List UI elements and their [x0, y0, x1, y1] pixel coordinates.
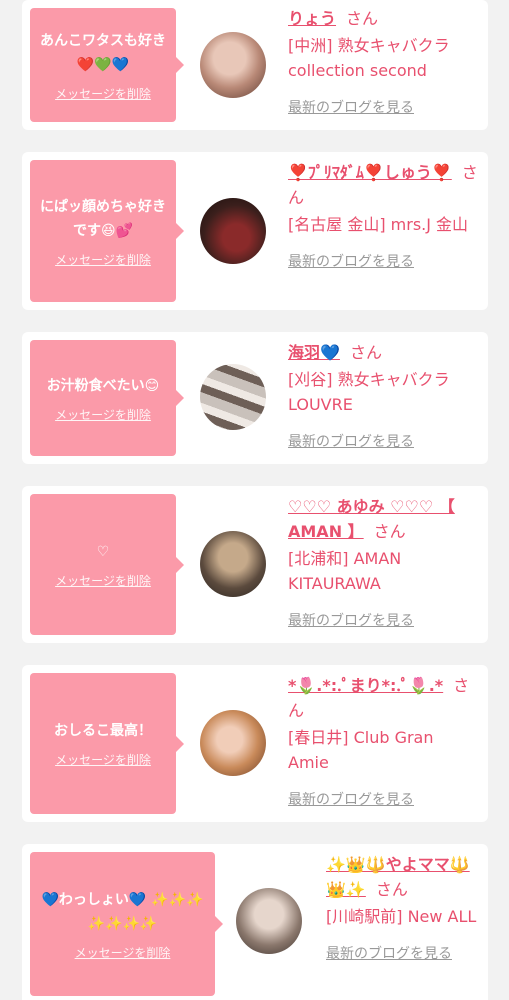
- avatar[interactable]: [200, 531, 266, 597]
- shop-name: [名古屋 金山] mrs.J 金山: [288, 215, 469, 234]
- cast-info: りょう さん [中洲] 熟女キャバクラ collection second 最新の…: [288, 6, 478, 117]
- avatar[interactable]: [200, 32, 266, 98]
- message-card: あんこワタスも好き❤️💚💙 メッセージを削除 りょう さん [中洲] 熟女キャバク…: [22, 0, 488, 130]
- message-bubble: にぱッ顔めちゃ好きです😆💕 メッセージを削除: [30, 160, 184, 302]
- avatar[interactable]: [200, 198, 266, 264]
- delete-message-link[interactable]: メッセージを削除: [55, 751, 151, 768]
- honorific: さん: [375, 880, 408, 899]
- message-card: お汁粉食べたい😊 メッセージを削除 海羽💙 さん [刈谷] 熟女キャバクラ LOU…: [22, 332, 488, 464]
- delete-message-link[interactable]: メッセージを削除: [75, 944, 171, 961]
- avatar[interactable]: [236, 888, 302, 954]
- delete-message-link[interactable]: メッセージを削除: [55, 85, 151, 102]
- message-bubble: おしるこ最高！ メッセージを削除: [30, 673, 184, 814]
- cast-name-link[interactable]: りょう: [288, 9, 336, 28]
- cast-info: 海羽💙 さん [刈谷] 熟女キャバクラ LOUVRE 最新のブログを見る: [288, 340, 478, 451]
- cast-name-link[interactable]: ❣️ﾌﾟﾘﾏﾀﾞﾑ❣️しゅう❣️: [288, 163, 452, 182]
- delete-message-link[interactable]: メッセージを削除: [55, 406, 151, 423]
- message-text: ♡: [96, 544, 110, 560]
- avatar[interactable]: [200, 710, 266, 776]
- shop-name: [北浦和] AMAN KITAURAWA: [288, 549, 402, 593]
- cast-info: ✨👑🔱やよママ🔱👑✨ さん [川崎駅前] New ALL 最新のブログを見る: [326, 852, 478, 963]
- latest-blog-link[interactable]: 最新のブログを見る: [288, 789, 414, 809]
- message-text: お汁粉食べたい😊: [46, 377, 160, 394]
- message-bubble: 💙わっしょい💙 ✨✨✨✨✨✨✨ メッセージを削除: [30, 852, 223, 996]
- delete-message-link[interactable]: メッセージを削除: [55, 572, 151, 589]
- cast-name-link[interactable]: ♡♡♡ あゆみ ♡♡♡ 【 AMAN 】: [288, 497, 455, 541]
- latest-blog-link[interactable]: 最新のブログを見る: [288, 97, 414, 117]
- message-card: にぱッ顔めちゃ好きです😆💕 メッセージを削除 ❣️ﾌﾟﾘﾏﾀﾞﾑ❣️しゅう❣️ さ…: [22, 152, 488, 310]
- latest-blog-link[interactable]: 最新のブログを見る: [288, 610, 414, 630]
- message-text: あんこワタスも好き❤️💚💙: [40, 32, 166, 73]
- cast-info: ❣️ﾌﾟﾘﾏﾀﾞﾑ❣️しゅう❣️ さん [名古屋 金山] mrs.J 金山 最新の…: [288, 160, 478, 271]
- message-bubble: ♡ メッセージを削除: [30, 494, 184, 635]
- message-text: おしるこ最高！: [54, 723, 152, 739]
- message-card: おしるこ最高！ メッセージを削除 *🌷.*:.ﾟまり*:.ﾟ🌷.* さん [春日井…: [22, 665, 488, 822]
- delete-message-link[interactable]: メッセージを削除: [55, 251, 151, 268]
- message-bubble: あんこワタスも好き❤️💚💙 メッセージを削除: [30, 8, 184, 122]
- cast-name-link[interactable]: 海羽💙: [288, 343, 340, 362]
- shop-name: [中洲] 熟女キャバクラ collection second: [288, 36, 450, 80]
- message-card: ♡ メッセージを削除 ♡♡♡ あゆみ ♡♡♡ 【 AMAN 】さん [北浦和] …: [22, 486, 488, 643]
- message-text: 💙わっしょい💙 ✨✨✨✨✨✨✨: [41, 891, 204, 932]
- shop-name: [刈谷] 熟女キャバクラ LOUVRE: [288, 370, 450, 414]
- honorific: さん: [346, 9, 379, 28]
- latest-blog-link[interactable]: 最新のブログを見る: [288, 251, 414, 271]
- latest-blog-link[interactable]: 最新のブログを見る: [326, 943, 452, 963]
- honorific: さん: [349, 343, 382, 362]
- message-bubble: お汁粉食べたい😊 メッセージを削除: [30, 340, 184, 456]
- shop-name: [川崎駅前] New ALL: [326, 907, 477, 926]
- cast-info: *🌷.*:.ﾟまり*:.ﾟ🌷.* さん [春日井] Club Gran Amie …: [288, 673, 478, 809]
- latest-blog-link[interactable]: 最新のブログを見る: [288, 431, 414, 451]
- cast-info: ♡♡♡ あゆみ ♡♡♡ 【 AMAN 】さん [北浦和] AMAN KITAUR…: [288, 494, 478, 630]
- message-card: 💙わっしょい💙 ✨✨✨✨✨✨✨ メッセージを削除 ✨👑🔱やよママ🔱👑✨ さん [川…: [22, 844, 488, 1000]
- shop-name: [春日井] Club Gran Amie: [288, 728, 434, 772]
- cast-name-link[interactable]: *🌷.*:.ﾟまり*:.ﾟ🌷.*: [288, 676, 443, 695]
- honorific: さん: [373, 522, 406, 541]
- message-text: にぱッ顔めちゃ好きです😆💕: [40, 198, 166, 239]
- avatar[interactable]: [200, 364, 266, 430]
